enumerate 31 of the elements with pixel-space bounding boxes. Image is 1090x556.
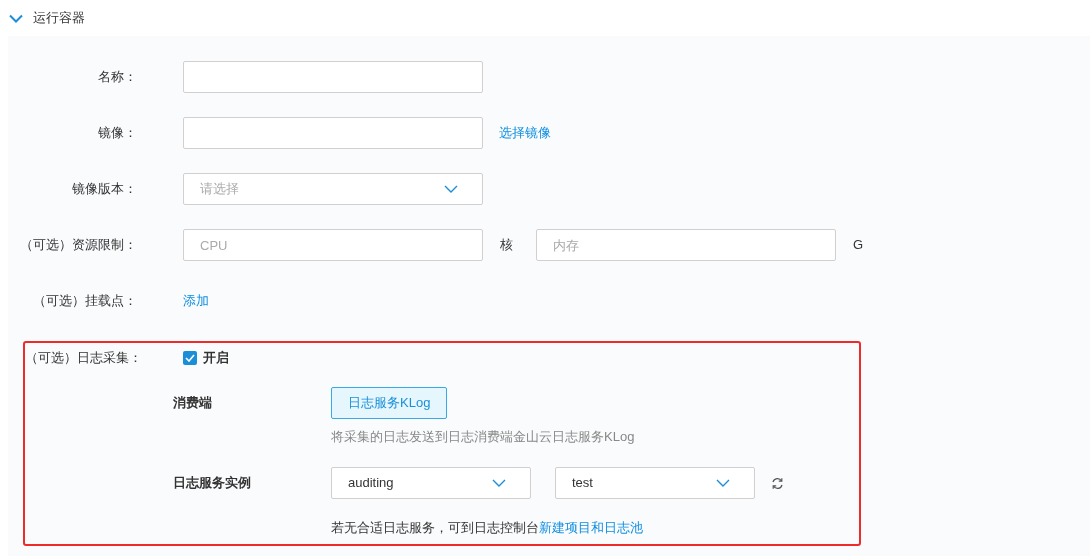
- instance-select[interactable]: test: [555, 467, 755, 499]
- hint-text: 若无合适日志服务，可到日志控制台新建项目和日志池: [331, 519, 644, 537]
- field-label: 名称：: [97, 68, 137, 87]
- sub-label: 消费端: [173, 394, 213, 413]
- consumer-option-button[interactable]: 日志服务KLog: [331, 387, 448, 419]
- add-link[interactable]: 添加: [183, 291, 209, 311]
- instance-select[interactable]: auditing: [331, 467, 531, 499]
- unit-label: 核: [500, 236, 514, 255]
- select-image-link[interactable]: 选择镜像: [499, 123, 551, 143]
- cpu-input-field[interactable]: CPU: [183, 229, 483, 261]
- consumer-description: 将采集的日志发送到日志消费端金山云日志服务KLog: [331, 428, 636, 446]
- chevron-down-icon: [492, 479, 506, 487]
- section-title: 运行容器: [33, 9, 85, 28]
- field-label: （可选）日志采集：: [25, 349, 137, 368]
- refresh-icon[interactable]: [771, 476, 784, 490]
- create-project-link[interactable]: 新建项目和日志池: [539, 520, 643, 535]
- sub-label: 日志服务实例: [173, 474, 252, 493]
- unit-label: G: [853, 236, 864, 255]
- chevron-down-icon: [716, 479, 730, 487]
- field-label: 镜像版本：: [71, 180, 137, 199]
- chevron-down-icon: [444, 185, 458, 193]
- select-dropdown[interactable]: 请选择: [183, 173, 483, 205]
- memory-input-field[interactable]: 内存: [536, 229, 836, 261]
- enable-checkbox[interactable]: 开启: [183, 348, 229, 368]
- checkmark-icon: [185, 354, 195, 362]
- field-label: （可选）资源限制：: [19, 236, 137, 255]
- field-label: 镜像：: [97, 124, 137, 143]
- collapse-chevron-icon[interactable]: [9, 13, 23, 23]
- input-field[interactable]: [183, 117, 483, 149]
- input-field[interactable]: [183, 61, 483, 93]
- field-label: （可选）挂载点：: [32, 292, 137, 311]
